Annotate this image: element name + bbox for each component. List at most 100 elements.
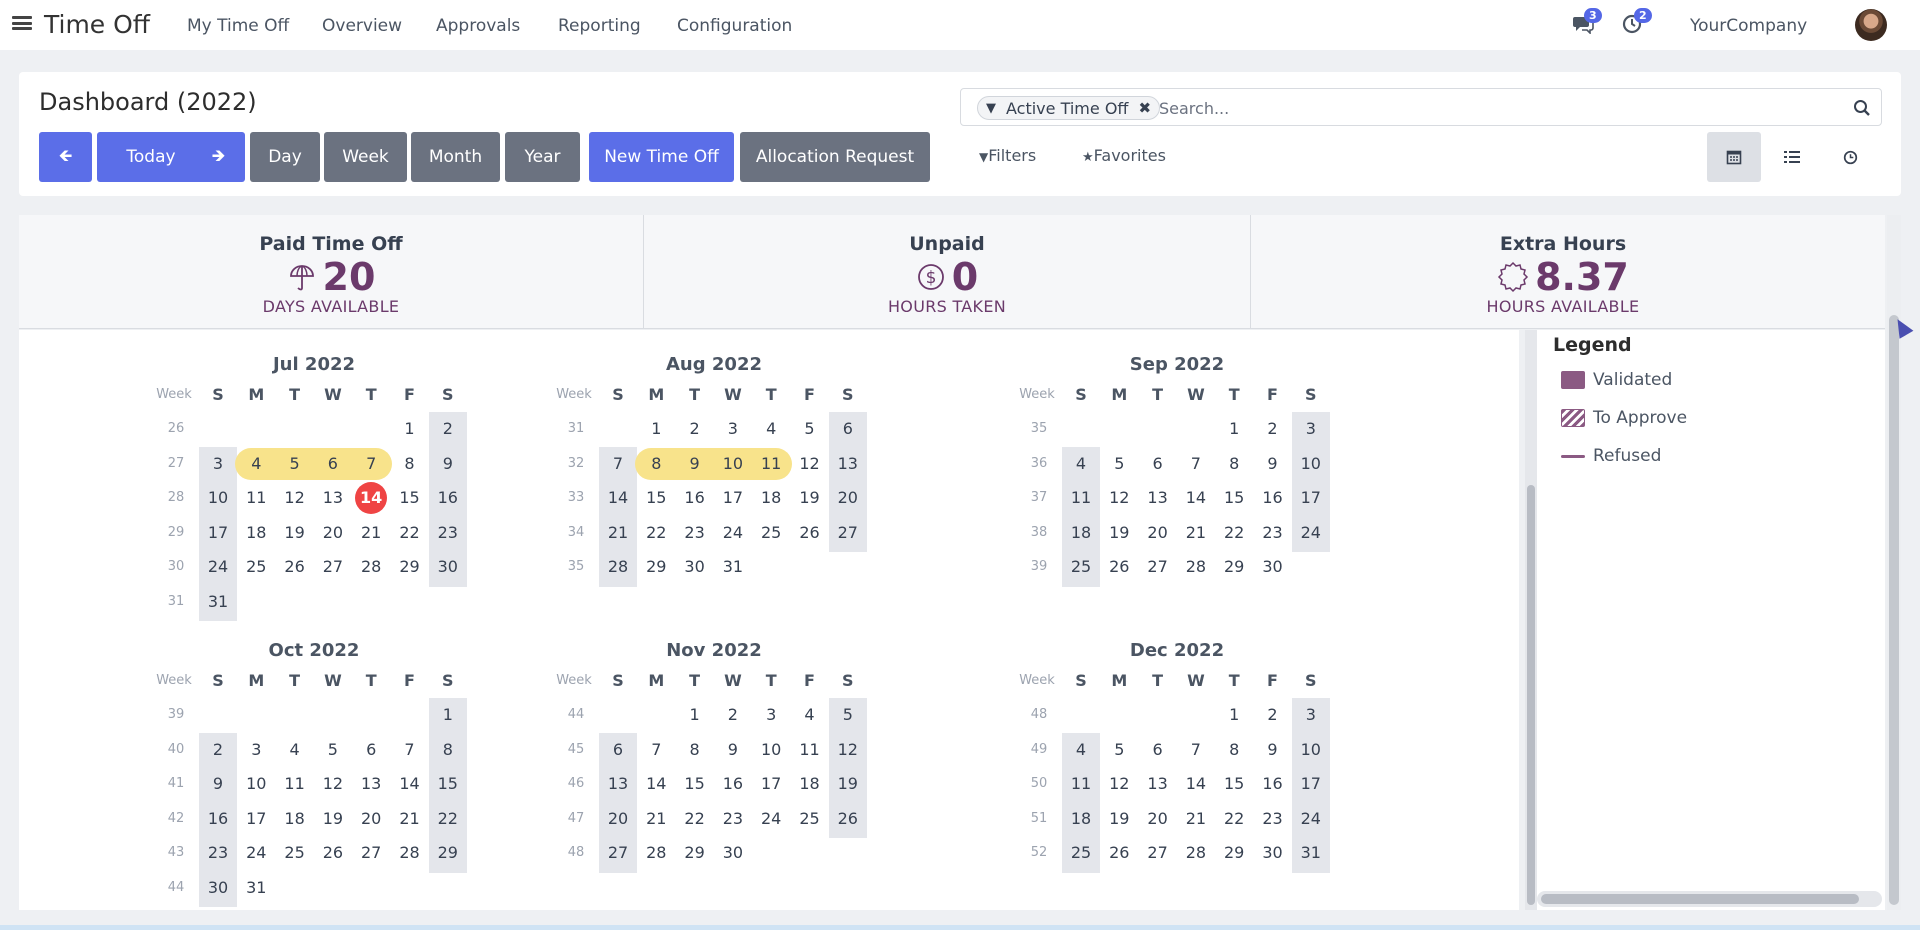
calendar-day[interactable]: 25 (276, 836, 314, 870)
calendar-day[interactable]: 24 (199, 550, 237, 584)
calendar-day[interactable]: 9 (199, 767, 237, 801)
calendar-day[interactable]: 3 (714, 412, 752, 446)
calendar-day[interactable]: 21 (1177, 802, 1215, 836)
calendar-day[interactable]: 29 (391, 550, 429, 584)
calendar-day[interactable]: 17 (1292, 481, 1330, 515)
calendar-day[interactable]: 22 (1215, 516, 1253, 550)
calendar-day[interactable]: 24 (1292, 516, 1330, 550)
calendar-day[interactable]: 9 (429, 447, 467, 481)
calendar-day[interactable]: 3 (1292, 698, 1330, 732)
calendar-day[interactable]: 14 (1177, 767, 1215, 801)
calendar-day[interactable]: 27 (1139, 836, 1177, 870)
calendar-day[interactable]: 19 (829, 767, 867, 801)
calendar-day[interactable]: 13 (829, 447, 867, 481)
new-time-off-button[interactable]: New Time Off (589, 132, 734, 182)
calendar-day[interactable]: 16 (199, 802, 237, 836)
calendar-day[interactable]: 18 (1062, 516, 1100, 550)
calendar-day[interactable]: 11 (791, 733, 829, 767)
calendar-day[interactable]: 9 (676, 447, 714, 481)
search-facet[interactable]: ▼ Active Time Off ✖ (977, 96, 1161, 120)
calendar-day[interactable]: 9 (1254, 447, 1292, 481)
calendar-day[interactable]: 4 (1062, 447, 1100, 481)
calendar-day[interactable]: 28 (1177, 836, 1215, 870)
stat-unpaid[interactable]: Unpaid $ 0 HOURS TAKEN (644, 215, 1250, 329)
calendar-day[interactable]: 28 (352, 550, 390, 584)
calendar-scrollbar[interactable] (1525, 330, 1537, 910)
calendar-day[interactable]: 25 (1062, 550, 1100, 584)
calendar-day[interactable]: 27 (829, 516, 867, 550)
calendar-day[interactable]: 6 (1139, 733, 1177, 767)
calendar-day[interactable]: 29 (1215, 550, 1253, 584)
calendar-day[interactable]: 17 (199, 516, 237, 550)
allocation-request-button[interactable]: Allocation Request (740, 132, 930, 182)
calendar-view-button[interactable] (1707, 132, 1761, 182)
calendar-day[interactable]: 10 (714, 447, 752, 481)
calendar-day[interactable]: 5 (276, 447, 314, 481)
calendar-day[interactable]: 28 (637, 836, 675, 870)
activity-view-button[interactable] (1823, 132, 1877, 182)
calendar-day[interactable]: 5 (1100, 447, 1138, 481)
calendar-day[interactable]: 23 (199, 836, 237, 870)
calendar-day[interactable]: 14 (1177, 481, 1215, 515)
calendar-day[interactable]: 18 (791, 767, 829, 801)
calendar-day[interactable]: 8 (1215, 447, 1253, 481)
calendar-day[interactable]: 2 (1254, 698, 1292, 732)
calendar-day[interactable]: 1 (429, 698, 467, 732)
calendar-day[interactable]: 16 (1254, 767, 1292, 801)
calendar-day[interactable]: 10 (237, 767, 275, 801)
calendar-day[interactable]: 19 (1100, 802, 1138, 836)
calendar-day[interactable]: 23 (676, 516, 714, 550)
calendar-day[interactable]: 11 (276, 767, 314, 801)
calendar-day[interactable]: 18 (276, 802, 314, 836)
calendar-day[interactable]: 17 (237, 802, 275, 836)
calendar-day[interactable]: 14 (391, 767, 429, 801)
calendar-day[interactable]: 31 (714, 550, 752, 584)
calendar-day[interactable]: 4 (1062, 733, 1100, 767)
calendar-day[interactable]: 26 (276, 550, 314, 584)
calendar-day[interactable]: 29 (429, 836, 467, 870)
calendar-day[interactable]: 18 (237, 516, 275, 550)
calendar-day[interactable]: 27 (352, 836, 390, 870)
nav-my-time-off[interactable]: My Time Off (187, 16, 289, 36)
calendar-day[interactable]: 17 (1292, 767, 1330, 801)
calendar-day[interactable]: 30 (714, 836, 752, 870)
calendar-day[interactable]: 8 (637, 447, 675, 481)
calendar-day[interactable]: 23 (429, 516, 467, 550)
nav-reporting[interactable]: Reporting (558, 16, 641, 36)
calendar-day[interactable]: 31 (199, 585, 237, 619)
calendar-day[interactable]: 18 (752, 481, 790, 515)
activities-button[interactable]: 2 (1622, 8, 1652, 39)
calendar-day[interactable]: 9 (714, 733, 752, 767)
search-bar[interactable]: ▼ Active Time Off ✖ (960, 88, 1882, 126)
calendar-day[interactable]: 20 (829, 481, 867, 515)
calendar-day[interactable]: 2 (199, 733, 237, 767)
filters-dropdown[interactable]: ▼Filters (979, 146, 1036, 165)
calendar-day[interactable]: 12 (829, 733, 867, 767)
nav-configuration[interactable]: Configuration (677, 16, 792, 36)
calendar-day[interactable]: 22 (391, 516, 429, 550)
calendar-day[interactable]: 15 (391, 481, 429, 515)
stat-paid-time-off[interactable]: Paid Time Off 20 DAYS AVAILABLE (19, 215, 643, 329)
calendar-day[interactable]: 21 (599, 516, 637, 550)
calendar-day[interactable]: 7 (637, 733, 675, 767)
calendar-day[interactable]: 14 (599, 481, 637, 515)
calendar-day[interactable]: 11 (237, 481, 275, 515)
calendar-day[interactable]: 19 (276, 516, 314, 550)
calendar-day[interactable]: 3 (199, 447, 237, 481)
calendar-day[interactable]: 3 (237, 733, 275, 767)
week-button[interactable]: Week (324, 132, 407, 182)
calendar-day[interactable]: 10 (752, 733, 790, 767)
calendar-day[interactable]: 28 (599, 550, 637, 584)
calendar-day[interactable]: 16 (676, 481, 714, 515)
calendar-day[interactable]: 31 (1292, 836, 1330, 870)
calendar-day[interactable]: 24 (752, 802, 790, 836)
hamburger-icon[interactable] (12, 14, 32, 32)
day-button[interactable]: Day (250, 132, 320, 182)
calendar-day[interactable]: 24 (714, 516, 752, 550)
calendar-day[interactable]: 14 (352, 481, 390, 515)
calendar-day[interactable]: 7 (599, 447, 637, 481)
calendar-day[interactable]: 19 (314, 802, 352, 836)
calendar-day[interactable]: 6 (352, 733, 390, 767)
calendar-day[interactable]: 10 (1292, 733, 1330, 767)
calendar-day[interactable]: 6 (829, 412, 867, 446)
